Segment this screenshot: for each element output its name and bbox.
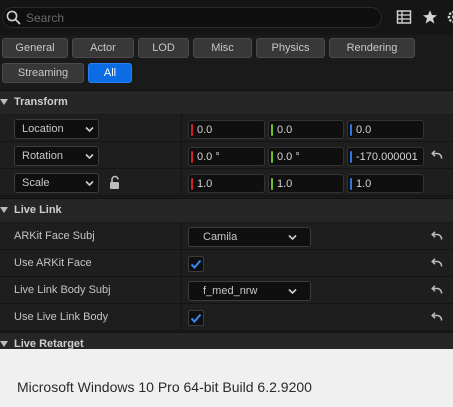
scale-z-field[interactable]: 1.0 [347,174,424,193]
use-arkit-face-row: Use ARKit Face [0,250,453,277]
location-y-value: 0.0 [277,124,293,136]
live-retarget-section-header[interactable]: Live Retarget [0,332,453,349]
checkmark-icon [190,313,202,323]
checkmark-icon [190,259,202,269]
os-info-footer: Microsoft Windows 10 Pro 64-bit Build 6.… [0,349,453,407]
name-cell: Location [0,115,182,141]
use-arkit-face-checkbox[interactable] [188,256,204,272]
z-axis-indicator [350,178,352,190]
search-row [0,0,453,35]
y-axis-indicator [271,151,273,163]
filter-actor-button[interactable]: Actor [72,38,134,58]
rotation-z-value: -170.000001 [356,151,418,163]
rotation-x-value: 0.0 ° [197,151,220,163]
rotation-y-value: 0.0 ° [277,151,300,163]
location-row: Location 0.0 0.0 0.0 [0,115,453,142]
rotation-row: Rotation 0.0 ° 0.0 ° -170.000001 [0,142,453,169]
location-z-value: 0.0 [356,124,372,136]
live-link-body-subj-row: Live Link Body Subj f_med_nrw [0,277,453,304]
rotation-z-field[interactable]: -170.000001 [347,147,424,166]
arkit-face-subj-value: Camila [203,231,238,243]
name-cell: Rotation [0,142,182,168]
z-axis-indicator [350,151,352,163]
y-axis-indicator [271,178,273,190]
name-cell: Use ARKit Face [0,250,182,276]
rotation-mode-label: Rotation [22,150,63,162]
live-link-body-subj-label: Live Link Body Subj [14,284,111,296]
settings-icon[interactable] [446,9,453,25]
use-live-link-body-checkbox[interactable] [188,310,204,326]
x-axis-indicator [191,151,193,163]
location-z-field[interactable]: 0.0 [347,120,424,139]
filter-rendering-button[interactable]: Rendering [329,38,415,58]
transform-section-header[interactable]: Transform [0,90,453,114]
location-x-field[interactable]: 0.0 [188,120,265,139]
z-axis-indicator [350,124,352,136]
live-link-body-subj-value: f_med_nrw [203,285,258,297]
reset-to-default-icon[interactable] [430,257,444,270]
rotation-x-field[interactable]: 0.0 ° [188,147,265,166]
filter-misc-button[interactable]: Misc [193,38,252,58]
collapse-arrow-icon [0,99,8,105]
scale-mode-label: Scale [22,177,50,189]
chevron-down-icon [288,288,297,295]
chevron-down-icon [288,234,297,241]
arkit-face-subj-dropdown[interactable]: Camila [188,227,311,247]
reset-to-default-icon[interactable] [430,230,444,243]
live-link-body-subj-dropdown[interactable]: f_med_nrw [188,281,311,301]
arkit-face-subj-label: ARKit Face Subj [14,230,95,242]
x-axis-indicator [191,124,193,136]
lock-icon[interactable] [108,175,122,190]
chevron-down-icon [85,126,94,133]
filter-all-button[interactable]: All [88,63,132,83]
details-panel: General Actor LOD Misc Physics Rendering… [0,0,453,349]
search-input[interactable] [26,9,366,26]
collapse-arrow-icon [0,341,8,347]
scale-x-value: 1.0 [197,178,213,190]
filter-general-button[interactable]: General [2,38,68,58]
rotation-y-field[interactable]: 0.0 ° [268,147,344,166]
star-icon[interactable] [422,9,438,25]
arkit-face-subj-row: ARKit Face Subj Camila [0,223,453,250]
name-cell: Use Live Link Body [0,304,182,330]
use-arkit-face-label: Use ARKit Face [14,257,92,269]
filter-lod-button[interactable]: LOD [138,38,189,58]
scale-y-value: 1.0 [277,178,293,190]
reset-to-default-icon[interactable] [430,311,444,324]
use-live-link-body-label: Use Live Link Body [14,311,109,323]
location-x-value: 0.0 [197,124,213,136]
filter-streaming-button[interactable]: Streaming [2,63,84,83]
use-live-link-body-row: Use Live Link Body [0,304,453,331]
scale-mode-dropdown[interactable]: Scale [14,173,99,193]
reset-to-default-icon[interactable] [430,149,444,162]
location-mode-dropdown[interactable]: Location [14,119,99,139]
location-y-field[interactable]: 0.0 [268,120,344,139]
name-cell: Scale [0,169,182,195]
scale-row: Scale 1.0 1.0 1.0 [0,169,453,196]
section-title: Live Link [14,204,62,216]
scale-x-field[interactable]: 1.0 [188,174,265,193]
scale-y-field[interactable]: 1.0 [268,174,344,193]
name-cell: Live Link Body Subj [0,277,182,303]
chevron-down-icon [85,180,94,187]
live-link-section-header[interactable]: Live Link [0,198,453,222]
search-box[interactable] [2,7,382,28]
os-info-text: Microsoft Windows 10 Pro 64-bit Build 6.… [17,379,312,395]
section-title: Transform [14,96,68,108]
y-axis-indicator [271,124,273,136]
section-title: Live Retarget [14,338,84,349]
collapse-arrow-icon [0,207,8,213]
name-cell: ARKit Face Subj [0,223,182,249]
filter-physics-button[interactable]: Physics [256,38,325,58]
table-view-icon[interactable] [396,9,412,25]
x-axis-indicator [191,178,193,190]
location-mode-label: Location [22,123,64,135]
reset-to-default-icon[interactable] [430,284,444,297]
rotation-mode-dropdown[interactable]: Rotation [14,146,99,166]
scale-z-value: 1.0 [356,178,372,190]
chevron-down-icon [85,153,94,160]
search-icon [6,10,21,25]
